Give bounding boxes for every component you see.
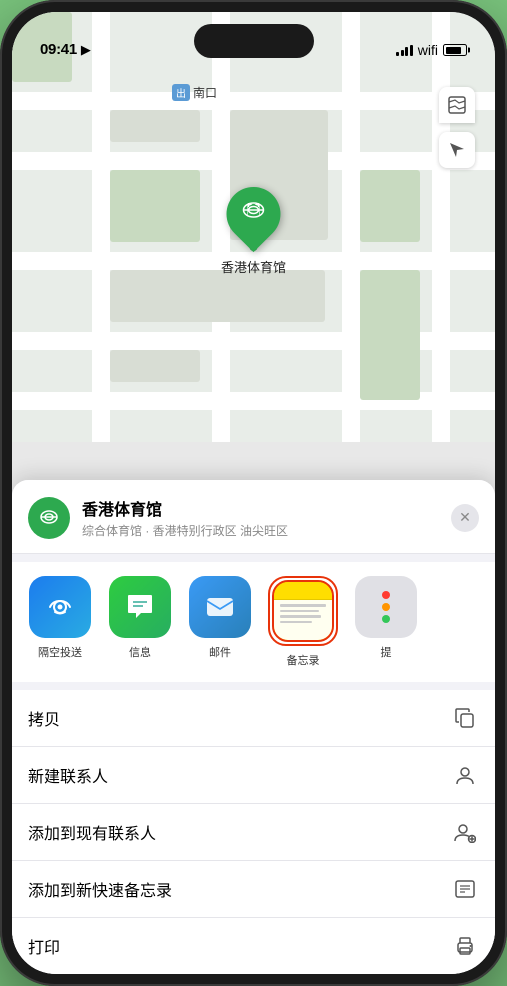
share-notes[interactable]: 备忘录 [268, 576, 338, 668]
location-button[interactable] [439, 132, 475, 168]
more-icon [355, 576, 417, 638]
venue-subtitle: 综合体育馆 · 香港特别行政区 油尖旺区 [82, 522, 439, 539]
notes-line-1 [280, 604, 326, 607]
signal-bars [396, 45, 413, 56]
close-button[interactable]: ✕ [451, 504, 479, 532]
venue-icon [28, 497, 70, 539]
dynamic-island [194, 24, 314, 58]
location-icon: ▶ [81, 42, 91, 58]
share-more[interactable]: 提 [354, 576, 418, 668]
battery-fill [446, 47, 461, 54]
block-4 [360, 170, 420, 242]
action-copy-label: 拷贝 [28, 706, 60, 730]
notes-line-2 [280, 610, 319, 613]
message-label: 信息 [129, 644, 151, 660]
mail-icon [189, 576, 251, 638]
stadium-name-label: 香港体育馆 [221, 257, 286, 276]
map-label: 出 南口 [172, 84, 217, 101]
signal-bar-4 [410, 45, 413, 56]
road-h-1 [12, 92, 495, 110]
map-view-icon [447, 95, 467, 115]
action-new-contact[interactable]: 新建联系人 [12, 747, 495, 804]
action-add-notes[interactable]: 添加到新快速备忘录 [12, 861, 495, 918]
road-v-4 [432, 12, 450, 442]
action-print[interactable]: 打印 [12, 918, 495, 974]
share-row: 隔空投送 信息 [12, 562, 495, 682]
block-1 [110, 110, 200, 142]
stadium-pin-inner [239, 197, 267, 231]
signal-bar-1 [396, 52, 399, 56]
message-icon [109, 576, 171, 638]
bottom-sheet: 香港体育馆 综合体育馆 · 香港特别行政区 油尖旺区 ✕ [12, 480, 495, 974]
airdrop-label: 隔空投送 [38, 644, 82, 660]
more-dot-yellow [382, 603, 390, 611]
road-h-5 [12, 392, 495, 410]
stadium-marker: 香港体育馆 [221, 187, 286, 276]
block-5 [110, 270, 325, 322]
road-v-3 [342, 12, 360, 442]
battery-icon [443, 44, 467, 56]
close-icon: ✕ [459, 509, 471, 526]
add-existing-icon [451, 818, 479, 846]
notes-line-4 [280, 621, 312, 624]
signal-bar-2 [401, 50, 404, 56]
signal-bar-3 [405, 47, 408, 56]
block-6 [110, 350, 200, 382]
notes-header [274, 582, 332, 600]
stadium-pin [215, 176, 291, 252]
status-icons: wifi [396, 42, 467, 58]
block-8 [360, 270, 420, 400]
map-label-tag: 出 [172, 84, 190, 101]
notes-body [274, 600, 332, 640]
notes-label: 备忘录 [287, 652, 320, 668]
share-airdrop[interactable]: 隔空投送 [28, 576, 92, 668]
map-view-button[interactable] [439, 87, 475, 123]
notes-line-3 [280, 615, 321, 618]
map-label-text: 南口 [193, 84, 217, 101]
action-print-label: 打印 [28, 934, 60, 958]
location-arrow-icon [448, 141, 466, 159]
wifi-icon: wifi [418, 42, 438, 58]
add-notes-icon [451, 875, 479, 903]
action-copy[interactable]: 拷贝 [12, 690, 495, 747]
more-dot-red [382, 591, 390, 599]
more-dot-green [382, 615, 390, 623]
phone-frame: 09:41 ▶ wifi [0, 0, 507, 986]
airdrop-icon [29, 576, 91, 638]
map-controls [439, 87, 475, 168]
venue-name: 香港体育馆 [82, 496, 439, 520]
road-v-1 [92, 12, 110, 442]
status-time: 09:41 [40, 41, 77, 58]
action-list: 拷贝 新建联系人 [12, 690, 495, 974]
print-icon [451, 932, 479, 960]
block-2 [110, 170, 200, 242]
venue-info: 香港体育馆 综合体育馆 · 香港特别行政区 油尖旺区 [82, 496, 439, 539]
sheet-header: 香港体育馆 综合体育馆 · 香港特别行政区 油尖旺区 ✕ [12, 480, 495, 554]
action-add-existing-label: 添加到现有联系人 [28, 820, 156, 844]
phone-screen: 09:41 ▶ wifi [12, 12, 495, 974]
new-contact-icon [451, 761, 479, 789]
stadium-icon [239, 197, 267, 225]
notes-icon [272, 580, 334, 642]
action-add-notes-label: 添加到新快速备忘录 [28, 877, 172, 901]
share-mail[interactable]: 邮件 [188, 576, 252, 668]
road-h-4 [12, 332, 495, 350]
share-message[interactable]: 信息 [108, 576, 172, 668]
notes-selected-border [268, 576, 338, 646]
mail-label: 邮件 [209, 644, 231, 660]
action-add-existing[interactable]: 添加到现有联系人 [12, 804, 495, 861]
copy-icon [451, 704, 479, 732]
more-label: 提 [381, 644, 392, 660]
map-area: 出 南口 [12, 12, 495, 442]
action-new-contact-label: 新建联系人 [28, 763, 108, 787]
